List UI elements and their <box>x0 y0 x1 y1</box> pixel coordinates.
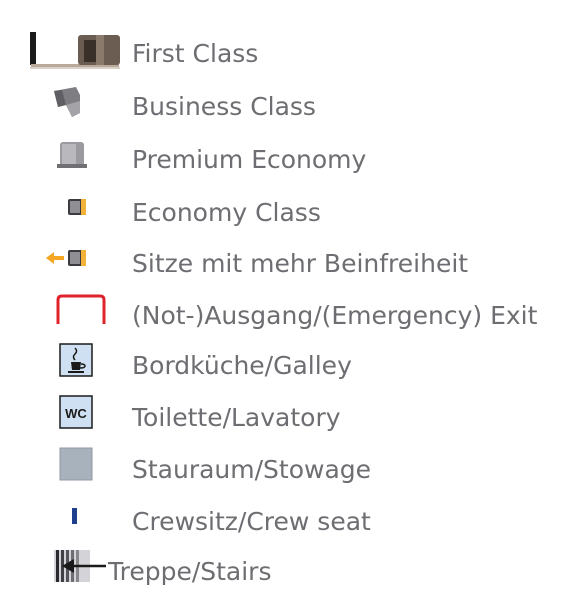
crew-seat-icon <box>0 498 130 548</box>
legend-row-stairs: Treppe/Stairs <box>0 548 575 598</box>
legend-row-premium-economy: Premium Economy <box>0 136 575 186</box>
legend-label: Business Class <box>132 92 316 121</box>
premium-economy-seat-icon <box>0 136 130 186</box>
legend-label: First Class <box>132 39 259 68</box>
legend-row-galley: Bordküche/Galley <box>0 342 575 392</box>
legend-row-extra-legroom: Sitze mit mehr Beinfreiheit <box>0 240 575 290</box>
legend-row-exit: (Not-)Ausgang/(Emergency) Exit <box>0 292 575 342</box>
business-class-seat-icon <box>0 83 130 133</box>
first-class-seat-icon <box>0 30 130 80</box>
legend-label: Economy Class <box>132 198 321 227</box>
legend-row-business-class: Business Class <box>0 83 575 133</box>
legend-row-crew-seat: Crewsitz/Crew seat <box>0 498 575 548</box>
legend-label: Toilette/Lavatory <box>132 403 341 432</box>
legend-label: Stauraum/Stowage <box>132 455 372 484</box>
legend-row-economy-class: Economy Class <box>0 189 575 239</box>
wc-text: WC <box>65 406 87 421</box>
legend-label: Sitze mit mehr Beinfreiheit <box>132 249 469 278</box>
legend-row-first-class: First Class <box>0 30 575 80</box>
economy-class-seat-icon <box>0 189 130 239</box>
legend-label: (Not-)Ausgang/(Emergency) Exit <box>132 301 538 330</box>
extra-legroom-seat-icon <box>0 240 130 290</box>
exit-icon <box>0 292 130 342</box>
legend-label: Treppe/Stairs <box>108 557 272 586</box>
stowage-icon <box>0 446 130 496</box>
lavatory-icon: WC <box>0 394 130 444</box>
galley-icon <box>0 342 130 392</box>
legend-label: Premium Economy <box>132 145 367 174</box>
seat-map-legend: First Class Business Class Premium Econo… <box>0 0 575 588</box>
legend-row-lavatory: WC Toilette/Lavatory <box>0 394 575 444</box>
legend-row-stowage: Stauraum/Stowage <box>0 446 575 496</box>
legend-label: Bordküche/Galley <box>132 351 352 380</box>
legend-label: Crewsitz/Crew seat <box>132 507 371 536</box>
